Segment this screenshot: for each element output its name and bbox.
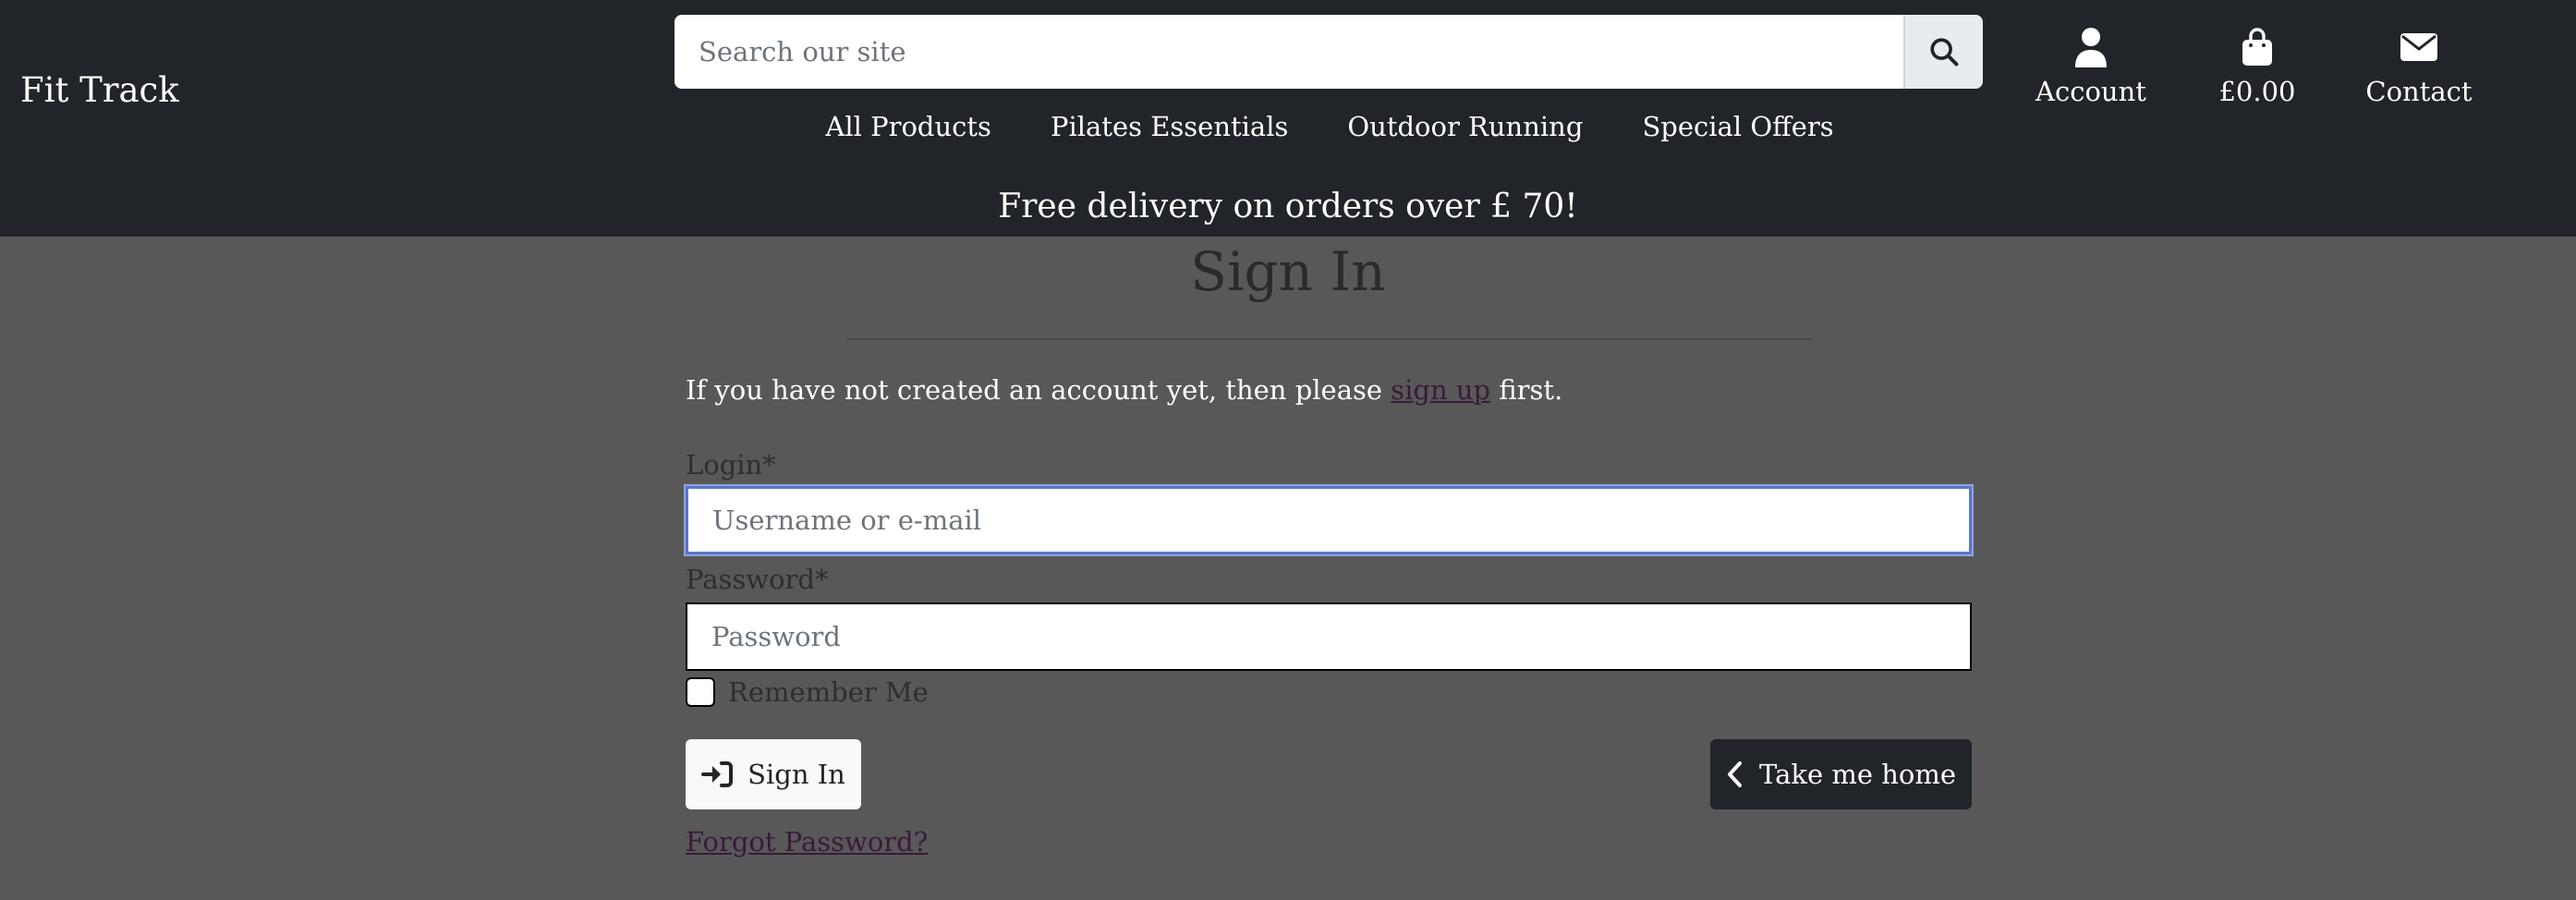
login-input[interactable] bbox=[686, 486, 1972, 554]
page-title: Sign In bbox=[1190, 240, 1386, 303]
login-label: Login* bbox=[686, 449, 776, 480]
basket-link[interactable]: £0.00 bbox=[2197, 26, 2317, 107]
forgot-password-link[interactable]: Forgot Password? bbox=[686, 826, 928, 857]
user-icon bbox=[2073, 26, 2108, 68]
account-link[interactable]: Account bbox=[2022, 26, 2160, 107]
sign-in-label: Sign In bbox=[747, 759, 845, 790]
header-actions: Account £0.00 Contact bbox=[2022, 26, 2576, 118]
site-header: Fit Track Account bbox=[0, 0, 2576, 237]
remember-me-checkbox[interactable] bbox=[686, 677, 715, 707]
main-nav: All Products Pilates Essentials Outdoor … bbox=[0, 111, 2576, 142]
search-icon bbox=[1930, 38, 1959, 67]
remember-me: Remember Me bbox=[686, 676, 929, 708]
password-label: Password* bbox=[686, 564, 829, 595]
sign-in-icon bbox=[701, 761, 734, 787]
take-me-home-button[interactable]: Take me home bbox=[1710, 739, 1972, 809]
delivery-banner: Free delivery on orders over £ 70! bbox=[998, 188, 1578, 225]
password-input[interactable] bbox=[686, 602, 1972, 671]
envelope-icon bbox=[2400, 26, 2438, 68]
signup-prompt: If you have not created an account yet, … bbox=[686, 371, 1562, 408]
nav-all-products[interactable]: All Products bbox=[825, 111, 991, 142]
search-bar bbox=[674, 15, 1983, 89]
shopping-bag-icon bbox=[2240, 26, 2275, 68]
signup-prompt-after: first. bbox=[1490, 374, 1563, 406]
contact-label: Contact bbox=[2365, 76, 2473, 107]
search-input[interactable] bbox=[674, 15, 1903, 89]
nav-outdoor-running[interactable]: Outdoor Running bbox=[1347, 111, 1583, 142]
account-label: Account bbox=[2035, 76, 2146, 107]
chevron-left-icon bbox=[1727, 761, 1742, 787]
site-logo[interactable]: Fit Track bbox=[20, 68, 179, 113]
signup-link[interactable]: sign up bbox=[1391, 374, 1490, 406]
nav-pilates-essentials[interactable]: Pilates Essentials bbox=[1051, 111, 1288, 142]
remember-me-label: Remember Me bbox=[728, 676, 929, 708]
nav-special-offers[interactable]: Special Offers bbox=[1642, 111, 1833, 142]
title-divider bbox=[847, 338, 1812, 340]
sign-in-button[interactable]: Sign In bbox=[686, 739, 861, 809]
signup-prompt-before: If you have not created an account yet, … bbox=[686, 374, 1391, 406]
take-me-home-label: Take me home bbox=[1758, 759, 1956, 790]
search-button[interactable] bbox=[1903, 15, 1983, 89]
contact-link[interactable]: Contact bbox=[2354, 26, 2484, 107]
basket-total: £0.00 bbox=[2218, 76, 2296, 107]
